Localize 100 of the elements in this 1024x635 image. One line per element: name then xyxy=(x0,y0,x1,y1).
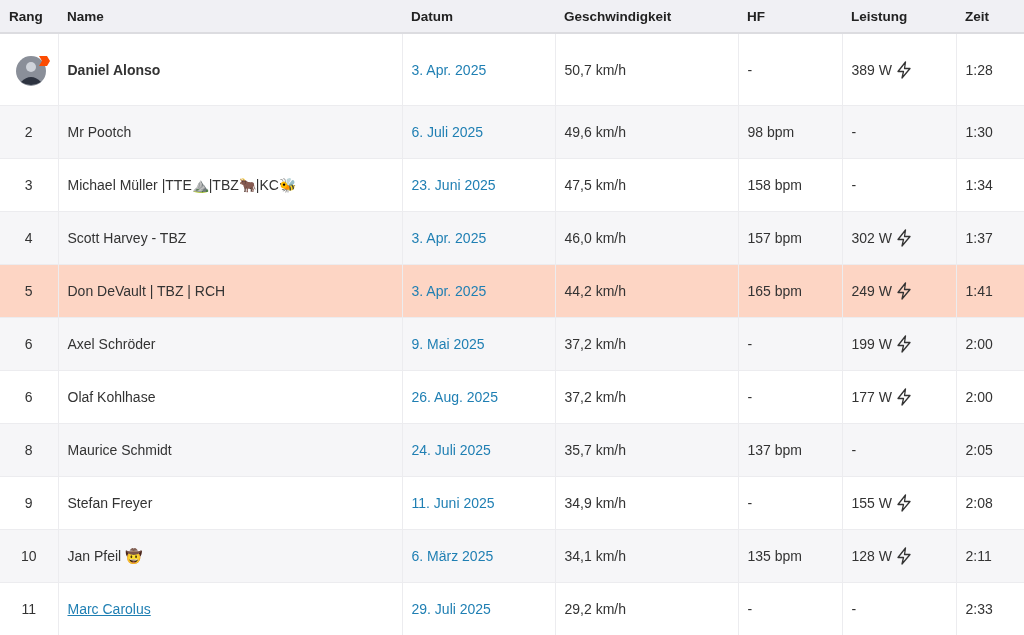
table-row[interactable]: 6 Olaf Kohlhase 26. Aug. 2025 37,2 km/h - 177 W 2:00 xyxy=(0,370,1024,424)
lightning-icon xyxy=(895,388,912,406)
column-header[interactable]: HF xyxy=(747,8,765,24)
athlete-name: Olaf Kohlhase xyxy=(67,389,156,405)
power-value: 177 W xyxy=(851,389,892,405)
speed-value: 37,2 km/h xyxy=(564,336,626,352)
athlete-name: Don DeVault | TBZ | RCH xyxy=(67,283,226,299)
table-row[interactable]: 5 Don DeVault | TBZ | RCH 3. Apr. 2025 44,2 km/h 165 bpm 249 W 1:41 xyxy=(0,264,1024,318)
speed-value: 35,7 km/h xyxy=(564,442,626,458)
table-row[interactable]: 10 Jan Pfeil 🤠 6. März 2025 34,1 km/h 135 bpm 128 W 2:11 xyxy=(0,529,1024,583)
rank-number: 6 xyxy=(24,389,33,405)
column-header[interactable]: Rang xyxy=(9,8,43,24)
time-value: 2:33 xyxy=(965,601,993,617)
date-link[interactable]: 6. Juli 2025 xyxy=(411,124,484,140)
speed-value: 50,7 km/h xyxy=(564,61,626,78)
table-row[interactable]: Daniel Alonso 3. Apr. 2025 50,7 km/h - 389 W 1:28 xyxy=(0,33,1024,106)
athlete-name: Maurice Schmidt xyxy=(67,442,172,458)
time-value: 1:34 xyxy=(965,177,993,193)
table-row[interactable]: 4 Scott Harvey - TBZ 3. Apr. 2025 46,0 km/h 157 bpm 302 W 1:37 xyxy=(0,211,1024,265)
athlete-name: Daniel Alonso xyxy=(67,61,161,78)
heart-rate-value: - xyxy=(747,389,753,405)
table-row[interactable]: 3 Michael Müller |TTE⛰|TBZ🐂|KC🐝 23. Juni 2025 47,5 km/h 158 bpm - 1:34 xyxy=(0,158,1024,212)
column-header[interactable]: Geschwindigkeit xyxy=(564,8,672,24)
speed-value: 49,6 km/h xyxy=(564,124,626,140)
column-header[interactable]: Zeit xyxy=(965,8,989,24)
heart-rate-value: - xyxy=(747,336,753,352)
date-link[interactable]: 24. Juli 2025 xyxy=(411,442,491,458)
speed-value: 37,2 km/h xyxy=(564,389,626,405)
athlete-name-link[interactable]: Marc Carolus xyxy=(67,601,151,617)
time-value: 1:37 xyxy=(965,230,993,246)
speed-value: 46,0 km/h xyxy=(564,230,626,246)
power-value: 389 W xyxy=(851,61,892,78)
power-value: - xyxy=(851,601,857,617)
lightning-icon xyxy=(895,60,912,79)
power-value: - xyxy=(851,177,857,193)
power-value: - xyxy=(851,442,857,458)
speed-value: 44,2 km/h xyxy=(564,283,626,299)
rank-number: 2 xyxy=(24,124,33,140)
athlete-name: Michael Müller |TTE⛰|TBZ🐂|KC🐝 xyxy=(67,177,296,193)
heart-rate-value: 157 bpm xyxy=(747,230,802,246)
time-value: 1:30 xyxy=(965,124,993,140)
time-value: 2:11 xyxy=(965,548,992,564)
time-value: 2:05 xyxy=(965,442,993,458)
speed-value: 34,9 km/h xyxy=(564,495,626,511)
table-row[interactable]: 2 Mr Pootch 6. Juli 2025 49,6 km/h 98 bpm - 1:30 xyxy=(0,105,1024,159)
rank-number: 3 xyxy=(24,177,33,193)
date-link[interactable]: 29. Juli 2025 xyxy=(411,601,491,617)
rank-number: 10 xyxy=(20,548,37,564)
date-link[interactable]: 6. März 2025 xyxy=(411,548,494,564)
heart-rate-value: - xyxy=(747,495,753,511)
heart-rate-value: 158 bpm xyxy=(747,177,802,193)
rank-number: 8 xyxy=(24,442,33,458)
heart-rate-value: 135 bpm xyxy=(747,548,802,564)
power-value: 155 W xyxy=(851,495,892,511)
heart-rate-value: 137 bpm xyxy=(747,442,802,458)
power-value: 199 W xyxy=(851,336,892,352)
heart-rate-value: 165 bpm xyxy=(747,283,802,299)
date-link[interactable]: 3. Apr. 2025 xyxy=(411,61,487,78)
table-row[interactable]: 11 Marc Carolus 29. Juli 2025 29,2 km/h - - 2:33 xyxy=(0,582,1024,635)
table-row[interactable]: 8 Maurice Schmidt 24. Juli 2025 35,7 km/h 137 bpm - 2:05 xyxy=(0,423,1024,477)
power-value: - xyxy=(851,124,857,140)
date-link[interactable]: 11. Juni 2025 xyxy=(411,495,495,511)
heart-rate-value: 98 bpm xyxy=(747,124,795,140)
column-header[interactable]: Datum xyxy=(411,8,453,24)
time-value: 2:08 xyxy=(965,495,993,511)
speed-value: 29,2 km/h xyxy=(564,601,626,617)
column-header[interactable]: Name xyxy=(67,8,104,24)
time-value: 2:00 xyxy=(965,336,993,352)
athlete-name: Jan Pfeil 🤠 xyxy=(67,548,143,564)
lightning-icon xyxy=(895,282,912,300)
heart-rate-value: - xyxy=(747,601,753,617)
athlete-name: Axel Schröder xyxy=(67,336,156,352)
speed-value: 34,1 km/h xyxy=(564,548,626,564)
lightning-icon xyxy=(895,494,912,512)
power-value: 128 W xyxy=(851,548,892,564)
column-header[interactable]: Leistung xyxy=(851,8,908,24)
rank-number: 5 xyxy=(24,283,33,299)
date-link[interactable]: 26. Aug. 2025 xyxy=(411,389,498,405)
athlete-name: Scott Harvey - TBZ xyxy=(67,230,187,246)
lightning-icon xyxy=(895,229,912,247)
time-value: 2:00 xyxy=(965,389,993,405)
lightning-icon xyxy=(895,335,912,353)
athlete-name: Stefan Freyer xyxy=(67,495,153,511)
rank-number: 11 xyxy=(21,601,36,617)
avatar-icon xyxy=(15,53,51,86)
table-row[interactable]: 9 Stefan Freyer 11. Juni 2025 34,9 km/h - 155 W 2:08 xyxy=(0,476,1024,530)
date-link[interactable]: 3. Apr. 2025 xyxy=(411,230,487,246)
rank-number: 6 xyxy=(24,336,33,352)
speed-value: 47,5 km/h xyxy=(564,177,626,193)
athlete-name: Mr Pootch xyxy=(67,124,132,140)
time-value: 1:41 xyxy=(965,283,993,299)
date-link[interactable]: 9. Mai 2025 xyxy=(411,336,485,352)
power-value: 302 W xyxy=(851,230,892,246)
heart-rate-value: - xyxy=(747,61,753,78)
date-link[interactable]: 23. Juni 2025 xyxy=(411,177,496,193)
power-value: 249 W xyxy=(851,283,892,299)
table-row[interactable]: 6 Axel Schröder 9. Mai 2025 37,2 km/h - 199 W 2:00 xyxy=(0,317,1024,371)
rank-number: 4 xyxy=(24,230,33,246)
time-value: 1:28 xyxy=(965,61,993,78)
lightning-icon xyxy=(895,547,912,565)
